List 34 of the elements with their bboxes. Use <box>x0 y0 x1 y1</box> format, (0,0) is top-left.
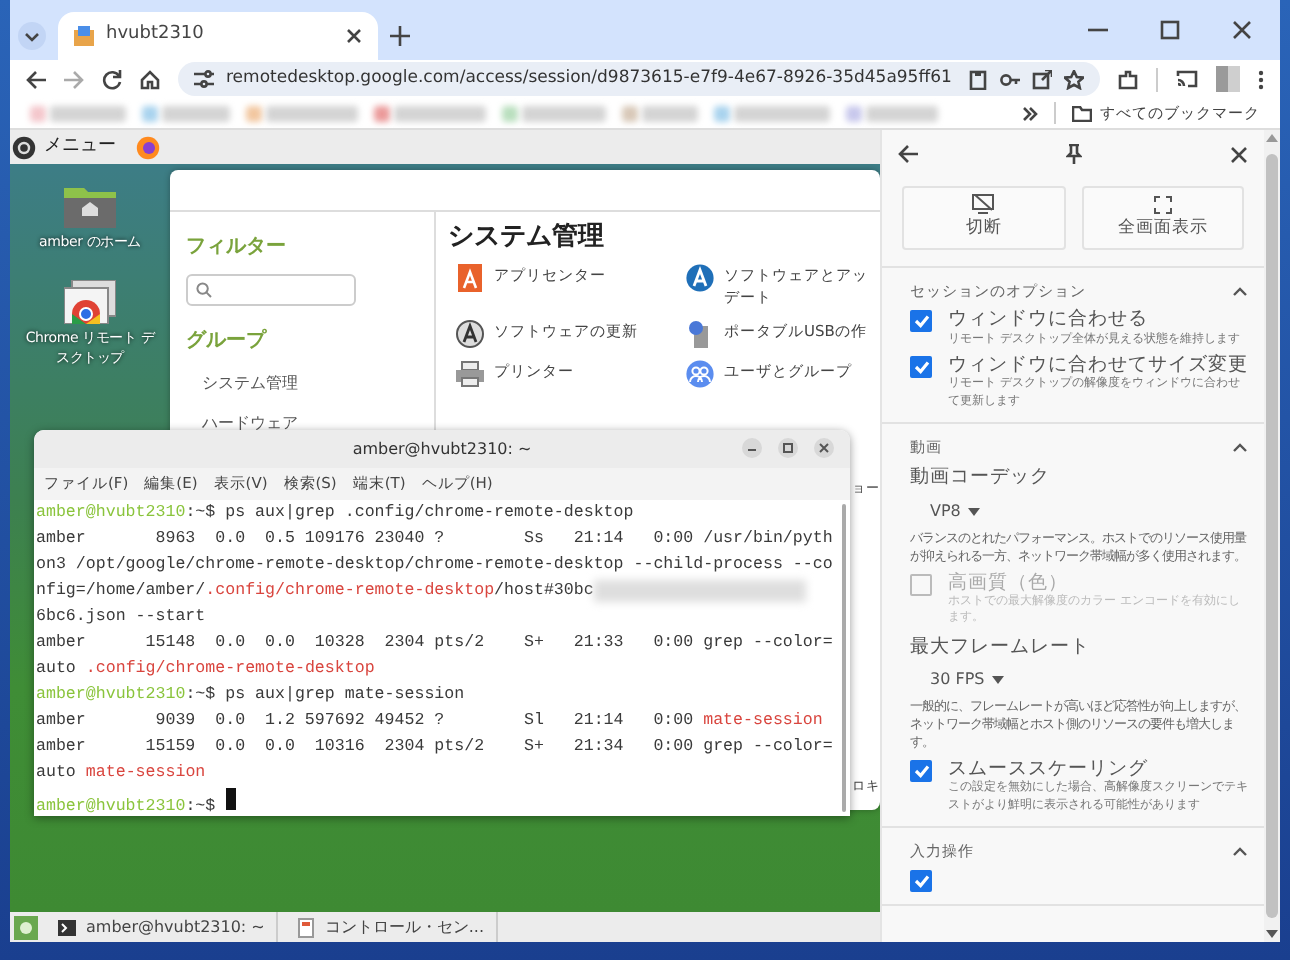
filter-heading: フィルター <box>186 234 288 262</box>
browser-tab[interactable]: hvubt2310 <box>58 12 378 60</box>
menu-button[interactable]: メニュー <box>44 133 116 161</box>
terminal-line: amber 8963 0.0 0.5 109176 23040 ? Ss 21:14 0:00 /usr/bin/pyth <box>36 528 833 552</box>
group-item[interactable]: システム管理 <box>186 372 418 396</box>
window-title: amber@hvubt2310: ~ <box>352 437 532 461</box>
checkbox-label: ウィンドウに合わせる <box>948 308 1150 332</box>
checkbox-label: スムーススケーリング <box>948 757 1150 780</box>
terminal-line: amber 9039 0.0 1.2 597692 49452 ? Sl 21:14 0:00 mate-session <box>36 710 823 734</box>
section-title: システム管理 <box>448 220 606 256</box>
checkbox-label: ウィンドウに合わせてサイズ変更 <box>948 354 1248 376</box>
terminal-line: amber 15159 0.0 0.0 10316 2304 pts/2 S+ 21:34 0:00 grep --color= <box>36 736 833 760</box>
dropdown[interactable]: VP8 <box>910 499 981 524</box>
terminal-line: on3 /opt/google/chrome-remote-desktop/chrome-remote-desktop --child-process --co <box>36 554 833 578</box>
terminal-line: amber@hvubt2310:~$ <box>36 786 236 812</box>
tab-title: hvubt2310 <box>106 22 206 49</box>
address-bar[interactable]: remotedesktop.google.com/access/session/d9873615-e7f9-4e67-8926-35d45a95ff61 <box>178 62 1100 96</box>
fullscreen-button[interactable]: 全画面表示 <box>1081 186 1244 250</box>
terminal-line: auto .config/chrome-remote-desktop <box>36 658 375 682</box>
terminal-line: nfig=/home/amber/.config/chrome-remote-desktop/host#30bc <box>36 580 594 604</box>
group-item[interactable]: ハードウェア <box>186 412 418 436</box>
groups-heading: グループ <box>186 326 269 356</box>
setting-label: 最大フレームレート <box>910 633 1092 662</box>
terminal-line: amber@hvubt2310:~$ ps aux|grep .config/chrome-remote-desktop <box>36 502 634 526</box>
terminal-line: auto mate-session <box>36 762 206 786</box>
terminal-line: amber@hvubt2310:~$ ps aux|grep mate-session <box>36 684 465 708</box>
checkbox-label: 高画質（色） <box>948 571 1070 594</box>
disconnect-button[interactable]: 切断 <box>902 186 1065 250</box>
dropdown[interactable]: 30 FPS <box>910 667 1005 692</box>
terminal-line: amber 15148 0.0 0.0 10328 2304 pts/2 S+ 21:33 0:00 grep --color= <box>36 632 833 656</box>
taskbar-item[interactable]: amber@hvubt2310: ~ <box>46 912 279 942</box>
setting-label: 動画コーデック <box>910 464 1052 493</box>
taskbar-item[interactable]: コントロール・セン... <box>286 912 499 942</box>
terminal-line: 6bc6.json --start <box>36 606 206 630</box>
